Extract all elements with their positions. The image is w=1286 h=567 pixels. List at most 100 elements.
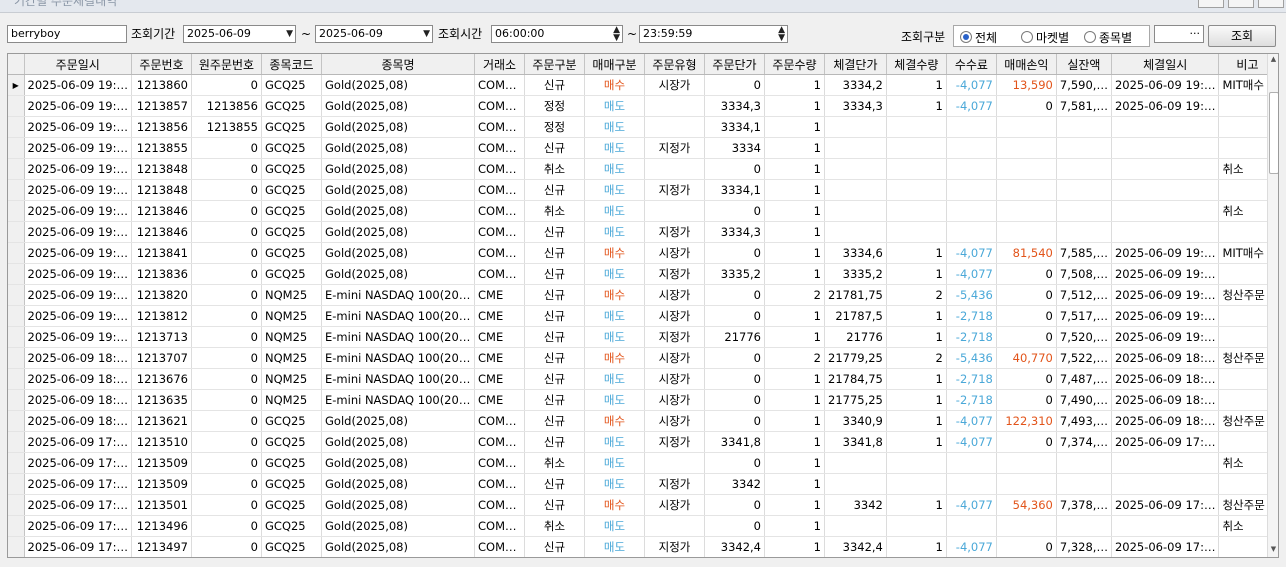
table-cell: 2025-06-09 17:… xyxy=(1111,536,1220,557)
column-header[interactable]: 주문일시 xyxy=(24,54,132,75)
date-from-picker[interactable]: 2025-06-09 ▼ xyxy=(183,25,296,43)
table-row[interactable]: 2025-06-09 19:… 1213713 0 NQM25 E-mini NASDA… xyxy=(8,326,1277,348)
table-cell: CME xyxy=(474,284,525,306)
radio-symbol[interactable]: 종목별 xyxy=(1084,29,1132,46)
row-indicator[interactable] xyxy=(8,368,25,390)
table-row[interactable]: 2025-06-09 18:… 1213676 0 NQM25 E-mini NASDA… xyxy=(8,368,1277,390)
dropdown-arrow-icon[interactable]: ▼ xyxy=(423,26,430,42)
row-indicator[interactable] xyxy=(8,137,25,159)
table-cell: 0 xyxy=(704,494,765,516)
account-input[interactable]: berryboy xyxy=(7,25,127,43)
table-row[interactable]: 2025-06-09 17:… 1213509 0 GCQ25 Gold(2025,08… xyxy=(8,473,1277,495)
table-row[interactable]: 2025-06-09 17:… 1213496 0 GCQ25 Gold(2025,08… xyxy=(8,515,1277,537)
row-indicator[interactable] xyxy=(8,221,25,243)
table-row[interactable]: 2025-06-09 19:… 1213820 0 NQM25 E-mini NASDA… xyxy=(8,284,1277,306)
table-row[interactable]: 2025-06-09 17:… 1213501 0 GCQ25 Gold(2025,08… xyxy=(8,494,1277,516)
dropdown-arrow-icon[interactable]: ▼ xyxy=(286,26,293,42)
table-cell: 21775,25 xyxy=(824,389,887,411)
column-header[interactable]: 체결수량 xyxy=(886,54,947,75)
scroll-up-icon[interactable]: ▲ xyxy=(1269,55,1278,64)
table-row[interactable]: 2025-06-09 19:… 1213856 1213855 GCQ25 Gold(2… xyxy=(8,116,1277,138)
column-header[interactable]: 원주문번호 xyxy=(191,54,262,75)
spin-arrows-icon[interactable]: ▲ ▼ xyxy=(778,26,785,42)
column-header[interactable]: 종목명 xyxy=(321,54,475,75)
table-row[interactable]: 2025-06-09 18:… 1213621 0 GCQ25 Gold(2025,08… xyxy=(8,410,1277,432)
column-header[interactable]: 주문구분 xyxy=(524,54,585,75)
table-row[interactable]: 2025-06-09 19:… 1213846 0 GCQ25 Gold(2025,08… xyxy=(8,221,1277,243)
column-header[interactable]: 수수료 xyxy=(946,54,997,75)
symbol-select-input[interactable]: ··· xyxy=(1154,25,1204,43)
table-row[interactable]: 2025-06-09 19:… 1213848 0 GCQ25 Gold(2025,08… xyxy=(8,158,1277,180)
maximize-button[interactable] xyxy=(1228,0,1254,8)
table-row[interactable]: 2025-06-09 19:… 1213855 0 GCQ25 Gold(2025,08… xyxy=(8,137,1277,159)
search-button[interactable]: 조회 xyxy=(1208,25,1276,47)
table-cell: 0 xyxy=(704,158,765,180)
scrollbar-thumb[interactable] xyxy=(1269,92,1278,174)
row-indicator[interactable] xyxy=(8,431,25,453)
column-header[interactable]: 실잔액 xyxy=(1056,54,1112,75)
table-cell xyxy=(996,473,1057,495)
close-button[interactable] xyxy=(1258,0,1284,8)
row-indicator[interactable] xyxy=(8,494,25,516)
row-indicator[interactable] xyxy=(8,305,25,327)
ellipsis-icon[interactable]: ··· xyxy=(1190,27,1201,40)
column-header[interactable]: 주문단가 xyxy=(704,54,765,75)
row-indicator[interactable] xyxy=(8,200,25,222)
table-row[interactable]: 2025-06-09 19:… 1213857 1213856 GCQ25 Gold(2… xyxy=(8,95,1277,117)
table-cell: 3334,6 xyxy=(824,242,887,264)
row-indicator[interactable] xyxy=(8,473,25,495)
table-cell: 7,490,… xyxy=(1056,389,1112,411)
table-row[interactable]: 2025-06-09 19:… 1213812 0 NQM25 E-mini NASDA… xyxy=(8,305,1277,327)
table-row[interactable]: 2025-06-09 19:… 1213836 0 GCQ25 Gold(2025,08… xyxy=(8,263,1277,285)
row-indicator[interactable] xyxy=(8,263,25,285)
row-indicator[interactable] xyxy=(8,116,25,138)
radio-all[interactable]: 전체 xyxy=(960,29,997,46)
row-indicator[interactable] xyxy=(8,179,25,201)
row-indicator[interactable] xyxy=(8,326,25,348)
column-header[interactable]: 주문수량 xyxy=(764,54,825,75)
table-cell: 3342 xyxy=(824,494,887,516)
row-indicator[interactable] xyxy=(8,284,25,306)
row-indicator[interactable] xyxy=(8,410,25,432)
column-header[interactable]: 체결일시 xyxy=(1111,54,1220,75)
table-cell: 시장가 xyxy=(644,368,705,390)
column-header[interactable]: 매매구분 xyxy=(584,54,645,75)
table-row[interactable]: 2025-06-09 17:… 1213510 0 GCQ25 Gold(2025,08… xyxy=(8,431,1277,453)
column-header[interactable]: 주문유형 xyxy=(644,54,705,75)
vertical-scrollbar[interactable]: ▲ ▼ xyxy=(1267,54,1278,557)
table-row[interactable]: 2025-06-09 19:… 1213846 0 GCQ25 Gold(2025,08… xyxy=(8,200,1277,222)
table-row[interactable]: 2025-06-09 19:… 1213848 0 GCQ25 Gold(2025,08… xyxy=(8,179,1277,201)
column-header[interactable]: 종목코드 xyxy=(261,54,322,75)
table-cell xyxy=(824,200,887,222)
table-cell: 매도 xyxy=(584,536,645,557)
row-indicator[interactable] xyxy=(8,536,25,557)
date-to-picker[interactable]: 2025-06-09 ▼ xyxy=(315,25,433,43)
time-to-input[interactable]: 23:59:59 ▲ ▼ xyxy=(639,25,788,43)
row-indicator[interactable] xyxy=(8,242,25,264)
column-header[interactable]: 주문번호 xyxy=(131,54,192,75)
row-indicator[interactable] xyxy=(8,158,25,180)
table-row[interactable]: 2025-06-09 17:… 1213509 0 GCQ25 Gold(2025,08… xyxy=(8,452,1277,474)
column-header[interactable]: 거래소 xyxy=(474,54,525,75)
row-indicator[interactable] xyxy=(8,347,25,369)
row-indicator[interactable] xyxy=(8,515,25,537)
table-row[interactable]: 2025-06-09 19:… 1213841 0 GCQ25 Gold(2025,08… xyxy=(8,242,1277,264)
table-row[interactable]: ▶ 2025-06-09 19:… 1213860 0 GCQ25 Gold(2025,0… xyxy=(8,74,1277,96)
time-from-input[interactable]: 06:00:00 ▲ ▼ xyxy=(491,25,623,43)
table-cell: 2025-06-09 19:… xyxy=(1111,74,1220,96)
row-indicator[interactable]: ▶ xyxy=(8,74,25,96)
radio-market[interactable]: 마켓별 xyxy=(1021,29,1069,46)
table-row[interactable]: 2025-06-09 17:… 1213497 0 GCQ25 Gold(2025,08… xyxy=(8,536,1277,557)
row-indicator[interactable] xyxy=(8,452,25,474)
table-row[interactable]: 2025-06-09 18:… 1213707 0 NQM25 E-mini NASDA… xyxy=(8,347,1277,369)
table-row[interactable]: 2025-06-09 18:… 1213635 0 NQM25 E-mini NASDA… xyxy=(8,389,1277,411)
minimize-button[interactable] xyxy=(1198,0,1224,8)
column-header[interactable]: 체결단가 xyxy=(824,54,887,75)
row-indicator[interactable] xyxy=(8,389,25,411)
row-indicator[interactable] xyxy=(8,95,25,117)
column-header[interactable]: 매매손익 xyxy=(996,54,1057,75)
scroll-down-icon[interactable]: ▼ xyxy=(1269,545,1278,554)
table-cell: 1 xyxy=(764,158,825,180)
table-cell: 1 xyxy=(886,242,947,264)
spin-arrows-icon[interactable]: ▲ ▼ xyxy=(613,26,620,42)
